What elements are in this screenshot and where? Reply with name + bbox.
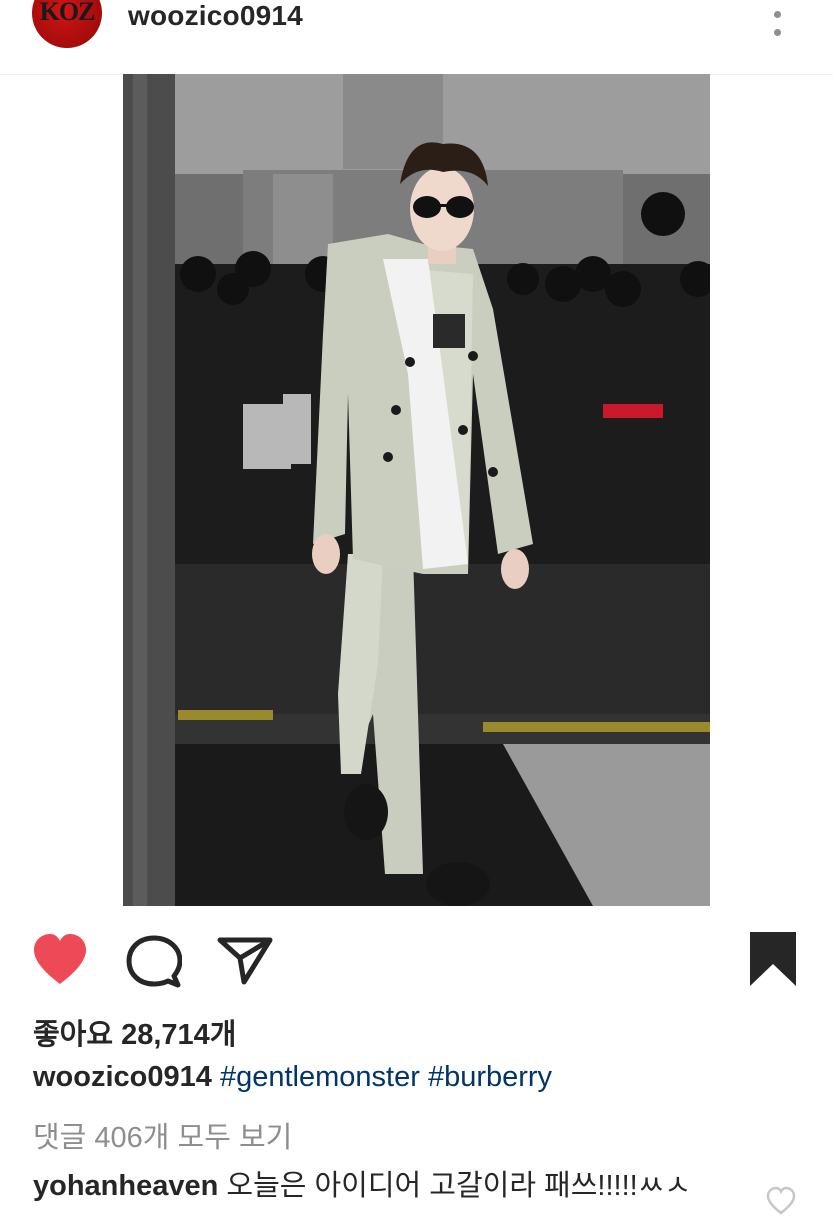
share-paper-plane-icon[interactable] bbox=[216, 934, 274, 986]
post-header: KOZ woozico0914 bbox=[0, 0, 833, 75]
dot bbox=[773, 29, 781, 36]
save-bookmark-icon[interactable] bbox=[748, 930, 798, 988]
like-count[interactable]: 좋아요 28,714개 bbox=[33, 1011, 236, 1053]
comment-text: 오늘은 아이디어 고갈이라 패쓰!!!!!ㅆㅅ bbox=[226, 1170, 692, 1202]
hashtag-burberry[interactable]: #burberry bbox=[428, 1061, 552, 1093]
caption-username[interactable]: woozico0914 bbox=[33, 1061, 212, 1093]
action-bar bbox=[0, 930, 833, 990]
photo-illustration bbox=[123, 74, 710, 906]
comment-username[interactable]: yohanheaven bbox=[33, 1170, 218, 1202]
post-username[interactable]: woozico0914 bbox=[128, 0, 303, 32]
avatar-logo-text: KOZ bbox=[39, 0, 96, 26]
hashtag-gentlemonster[interactable]: #gentlemonster bbox=[220, 1061, 420, 1093]
more-options-icon[interactable] bbox=[766, 0, 788, 36]
avatar[interactable]: KOZ bbox=[32, 0, 102, 48]
like-heart-icon[interactable] bbox=[30, 932, 90, 988]
comment-like-heart-icon[interactable] bbox=[766, 1186, 796, 1216]
comment-item: yohanheaven 오늘은 아이디어 고갈이라 패쓰!!!!!ㅆㅅ bbox=[33, 1162, 691, 1204]
view-all-comments-link[interactable]: 댓글 406개 모두 보기 bbox=[33, 1114, 292, 1156]
comment-bubble-icon[interactable] bbox=[126, 934, 183, 990]
post-caption: woozico0914 #gentlemonster #burberry bbox=[33, 1061, 552, 1094]
dot bbox=[773, 10, 781, 18]
post-photo[interactable] bbox=[123, 74, 710, 906]
